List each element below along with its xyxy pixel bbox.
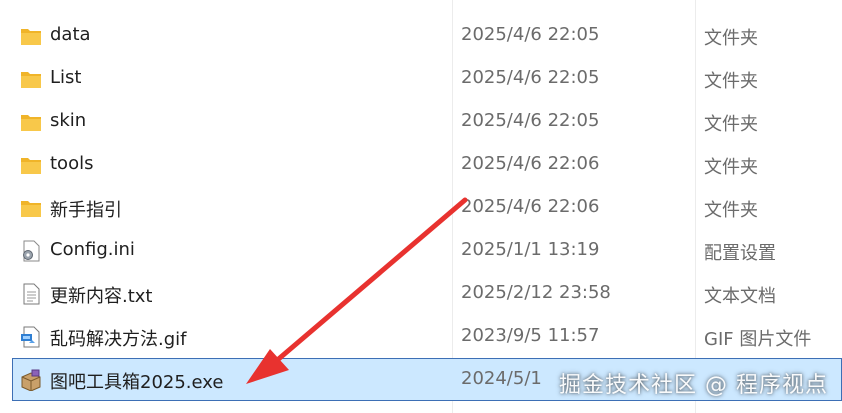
file-row-config[interactable]: Config.ini 2025/1/1 13:19 配置设置 bbox=[0, 229, 842, 272]
file-row-changelog[interactable]: 更新内容.txt 2025/2/12 23:58 文本文档 bbox=[0, 272, 842, 315]
file-type: 文件夹 bbox=[704, 28, 758, 49]
app-package-icon bbox=[21, 369, 41, 391]
watermark: 掘金技术社区 @ 程序视点 bbox=[559, 373, 828, 398]
file-name: tools bbox=[50, 153, 94, 174]
folder-icon bbox=[21, 72, 41, 88]
folder-icon bbox=[21, 115, 41, 131]
file-type: 文件夹 bbox=[704, 114, 758, 135]
file-list: data 2025/4/6 22:05 文件夹 List 2025/4/6 22… bbox=[0, 14, 842, 401]
folder-icon bbox=[21, 158, 41, 174]
folder-icon bbox=[21, 201, 41, 217]
file-type: 文本文档 bbox=[704, 286, 776, 307]
file-date: 2025/4/6 22:05 bbox=[461, 110, 600, 131]
file-name: data bbox=[50, 24, 91, 45]
config-file-icon bbox=[23, 240, 40, 262]
file-type: 文件夹 bbox=[704, 157, 758, 178]
file-row-skin[interactable]: skin 2025/4/6 22:05 文件夹 bbox=[0, 100, 842, 143]
folder-icon bbox=[21, 29, 41, 45]
file-type: GIF 图片文件 bbox=[704, 329, 812, 350]
file-row-tools[interactable]: tools 2025/4/6 22:06 文件夹 bbox=[0, 143, 842, 186]
file-name: Config.ini bbox=[50, 239, 135, 260]
file-type: 文件夹 bbox=[704, 71, 758, 92]
file-date: 2023/9/5 11:57 bbox=[461, 325, 600, 346]
file-name: List bbox=[50, 67, 82, 88]
file-date: 2025/2/12 23:58 bbox=[461, 282, 611, 303]
file-row-gif[interactable]: 乱码解决方法.gif 2023/9/5 11:57 GIF 图片文件 bbox=[0, 315, 842, 358]
text-file-icon bbox=[23, 283, 40, 305]
file-date: 2025/4/6 22:06 bbox=[461, 153, 600, 174]
image-file-icon bbox=[21, 326, 40, 348]
file-date: 2024/5/1 bbox=[461, 368, 542, 389]
file-date: 2025/4/6 22:05 bbox=[461, 24, 600, 45]
file-name: 图吧工具箱2025.exe bbox=[50, 372, 224, 393]
file-date: 2025/4/6 22:06 bbox=[461, 196, 600, 217]
file-row-list[interactable]: List 2025/4/6 22:05 文件夹 bbox=[0, 57, 842, 100]
file-row-data[interactable]: data 2025/4/6 22:05 文件夹 bbox=[0, 14, 842, 57]
file-type: 文件夹 bbox=[704, 200, 758, 221]
file-name: 更新内容.txt bbox=[50, 286, 153, 307]
file-name: 乱码解决方法.gif bbox=[50, 329, 187, 350]
file-row-guide[interactable]: 新手指引 2025/4/6 22:06 文件夹 bbox=[0, 186, 842, 229]
file-name: 新手指引 bbox=[50, 200, 122, 221]
file-name: skin bbox=[50, 110, 87, 131]
file-date: 2025/4/6 22:05 bbox=[461, 67, 600, 88]
file-date: 2025/1/1 13:19 bbox=[461, 239, 600, 260]
file-type: 配置设置 bbox=[704, 243, 776, 264]
